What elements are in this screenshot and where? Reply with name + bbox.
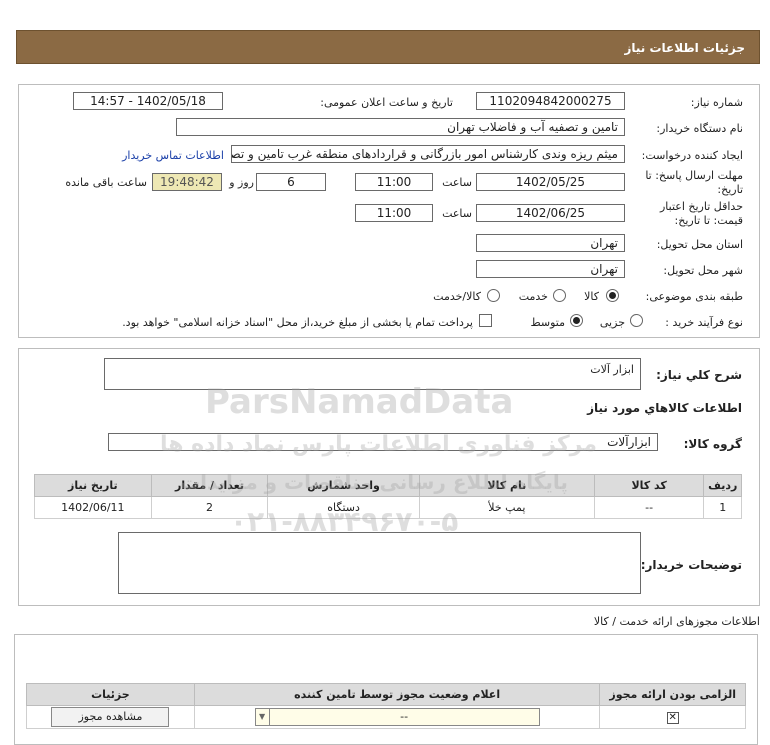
permits-table-header: الزامی بودن ارائه مجوز اعلام وضعیت مجوز … xyxy=(26,683,746,706)
goods-group-field[interactable]: ابزارآلات xyxy=(108,433,658,451)
goods-group-label: گروه کالا: xyxy=(683,437,742,451)
validity-time-field[interactable]: 11:00 xyxy=(355,204,433,222)
col-permit-required: الزامی بودن ارائه مجوز xyxy=(599,683,746,706)
goods-table: ردیف کد کالا نام کالا واحد شمارش تعداد /… xyxy=(34,474,742,519)
process-minor-radio[interactable] xyxy=(630,314,643,327)
province-field[interactable]: تهران xyxy=(476,234,625,252)
view-permit-button[interactable]: مشاهده مجوز xyxy=(51,707,170,727)
validity-label-line2: قیمت: تا تاریخ: xyxy=(674,214,743,227)
col-name: نام کالا xyxy=(418,474,595,497)
view-permit-wrap: مشاهده مجوز xyxy=(28,707,193,727)
col-row: ردیف xyxy=(703,474,742,497)
permit-status-select-wrap: -- ▼ xyxy=(196,708,599,726)
buyer-notes-field[interactable] xyxy=(118,532,641,594)
announce-label: تاریخ و ساعت اعلان عمومی: xyxy=(320,96,453,109)
cell-code: -- xyxy=(593,496,705,519)
deadline-label-line1: مهلت ارسال پاسخ: تا xyxy=(645,169,743,182)
buyer-contact-link[interactable]: اطلاعات تماس خریدار xyxy=(122,149,224,162)
cell-permit-required: ✕ xyxy=(599,705,746,729)
creator-field[interactable]: میثم ریزه وندی کارشناس امور بازرگانی و ق… xyxy=(231,145,625,163)
treasury-payment-checkbox[interactable] xyxy=(479,314,492,327)
goods-table-header: ردیف کد کالا نام کالا واحد شمارش تعداد /… xyxy=(34,474,742,497)
process-label: نوع فرآیند خرید : xyxy=(665,316,743,329)
validity-label-line1: حداقل تاریخ اعتبار xyxy=(659,200,743,213)
permit-status-value: -- xyxy=(400,710,409,723)
page-title: جزئیات اطلاعات نیاز xyxy=(624,41,745,55)
col-permit-details: جزئیات xyxy=(26,683,195,706)
col-date: تاریخ نیاز xyxy=(34,474,152,497)
city-label: شهر محل تحویل: xyxy=(663,264,743,277)
process-medium-radio[interactable] xyxy=(570,314,583,327)
cell-unit: دستگاه xyxy=(267,496,420,519)
col-permit-status: اعلام وضعیت مجوز توسط تامین کننده xyxy=(193,683,601,706)
summary-field: ابزار آلات xyxy=(104,358,641,390)
deadline-time-label: ساعت xyxy=(442,176,472,189)
cell-row: 1 xyxy=(703,496,742,519)
category-service-radio[interactable] xyxy=(553,289,566,302)
city-field[interactable]: تهران xyxy=(476,260,625,278)
treasury-payment-note: پرداخت تمام یا بخشی از مبلغ خرید،از محل … xyxy=(122,316,473,329)
cell-date: 1402/06/11 xyxy=(34,496,152,519)
category-goods-service-label: کالا/خدمت xyxy=(433,290,481,303)
days-field[interactable]: 6 xyxy=(256,173,326,191)
summary-label: شرح کلي نياز: xyxy=(656,368,742,382)
goods-info-title: اطلاعات کالاهاي مورد نياز xyxy=(587,401,742,415)
category-goods-service-radio[interactable] xyxy=(487,289,500,302)
permits-title: اطلاعات مجوزهای ارائه خدمت / کالا xyxy=(593,615,760,628)
creator-label: ایجاد کننده درخواست: xyxy=(641,149,743,162)
validity-time-label: ساعت xyxy=(442,207,472,220)
days-label: روز و xyxy=(229,176,254,189)
checkbox-x-icon[interactable]: ✕ xyxy=(666,712,679,724)
buyer-org-label: نام دستگاه خریدار: xyxy=(656,122,743,135)
buyer-notes-label: توضیحات خریدار: xyxy=(640,558,742,572)
cell-permit-details: مشاهده مجوز xyxy=(26,705,195,729)
validity-date-field[interactable]: 1402/06/25 xyxy=(476,204,625,222)
category-service-label: خدمت xyxy=(518,290,548,303)
chevron-down-icon: ▼ xyxy=(256,709,270,725)
table-row: 1 -- پمپ خلأ دستگاه 2 1402/06/11 xyxy=(34,496,742,519)
need-number-label: شماره نیاز: xyxy=(690,96,743,109)
cell-qty: 2 xyxy=(150,496,269,519)
announce-field[interactable]: 1402/05/18 - 14:57 xyxy=(73,92,223,110)
category-label: طبقه بندی موضوعی: xyxy=(645,290,743,303)
need-number-field[interactable]: 1102094842000275 xyxy=(476,92,625,110)
deadline-time-field[interactable]: 11:00 xyxy=(355,173,433,191)
cell-name: پمپ خلأ xyxy=(418,496,595,519)
deadline-date-field[interactable]: 1402/05/25 xyxy=(476,173,625,191)
cell-permit-status: -- ▼ xyxy=(193,705,601,729)
col-unit: واحد شمارش xyxy=(267,474,420,497)
category-goods-radio[interactable] xyxy=(606,289,619,302)
process-minor-label: جزیی xyxy=(599,316,625,329)
remaining-time-label: ساعت باقی مانده xyxy=(65,176,147,189)
remaining-time-field: 19:48:42 xyxy=(152,173,222,191)
page-header: جزئیات اطلاعات نیاز xyxy=(16,30,760,64)
process-medium-label: متوسط xyxy=(530,316,565,329)
category-goods-label: کالا xyxy=(584,290,599,303)
summary-text: ابزار آلات xyxy=(590,363,634,376)
col-qty: تعداد / مقدار xyxy=(150,474,269,497)
deadline-label-line2: تاریخ: xyxy=(717,183,743,196)
col-code: کد کالا xyxy=(593,474,705,497)
province-label: استان محل تحویل: xyxy=(656,238,743,251)
permit-status-select[interactable]: -- ▼ xyxy=(254,708,540,726)
buyer-org-field[interactable]: تامین و تصفیه آب و فاضلاب تهران xyxy=(176,118,625,136)
table-row: ✕ -- ▼ مشاهده مجوز xyxy=(26,705,746,729)
permits-table: الزامی بودن ارائه مجوز اعلام وضعیت مجوز … xyxy=(26,683,746,729)
